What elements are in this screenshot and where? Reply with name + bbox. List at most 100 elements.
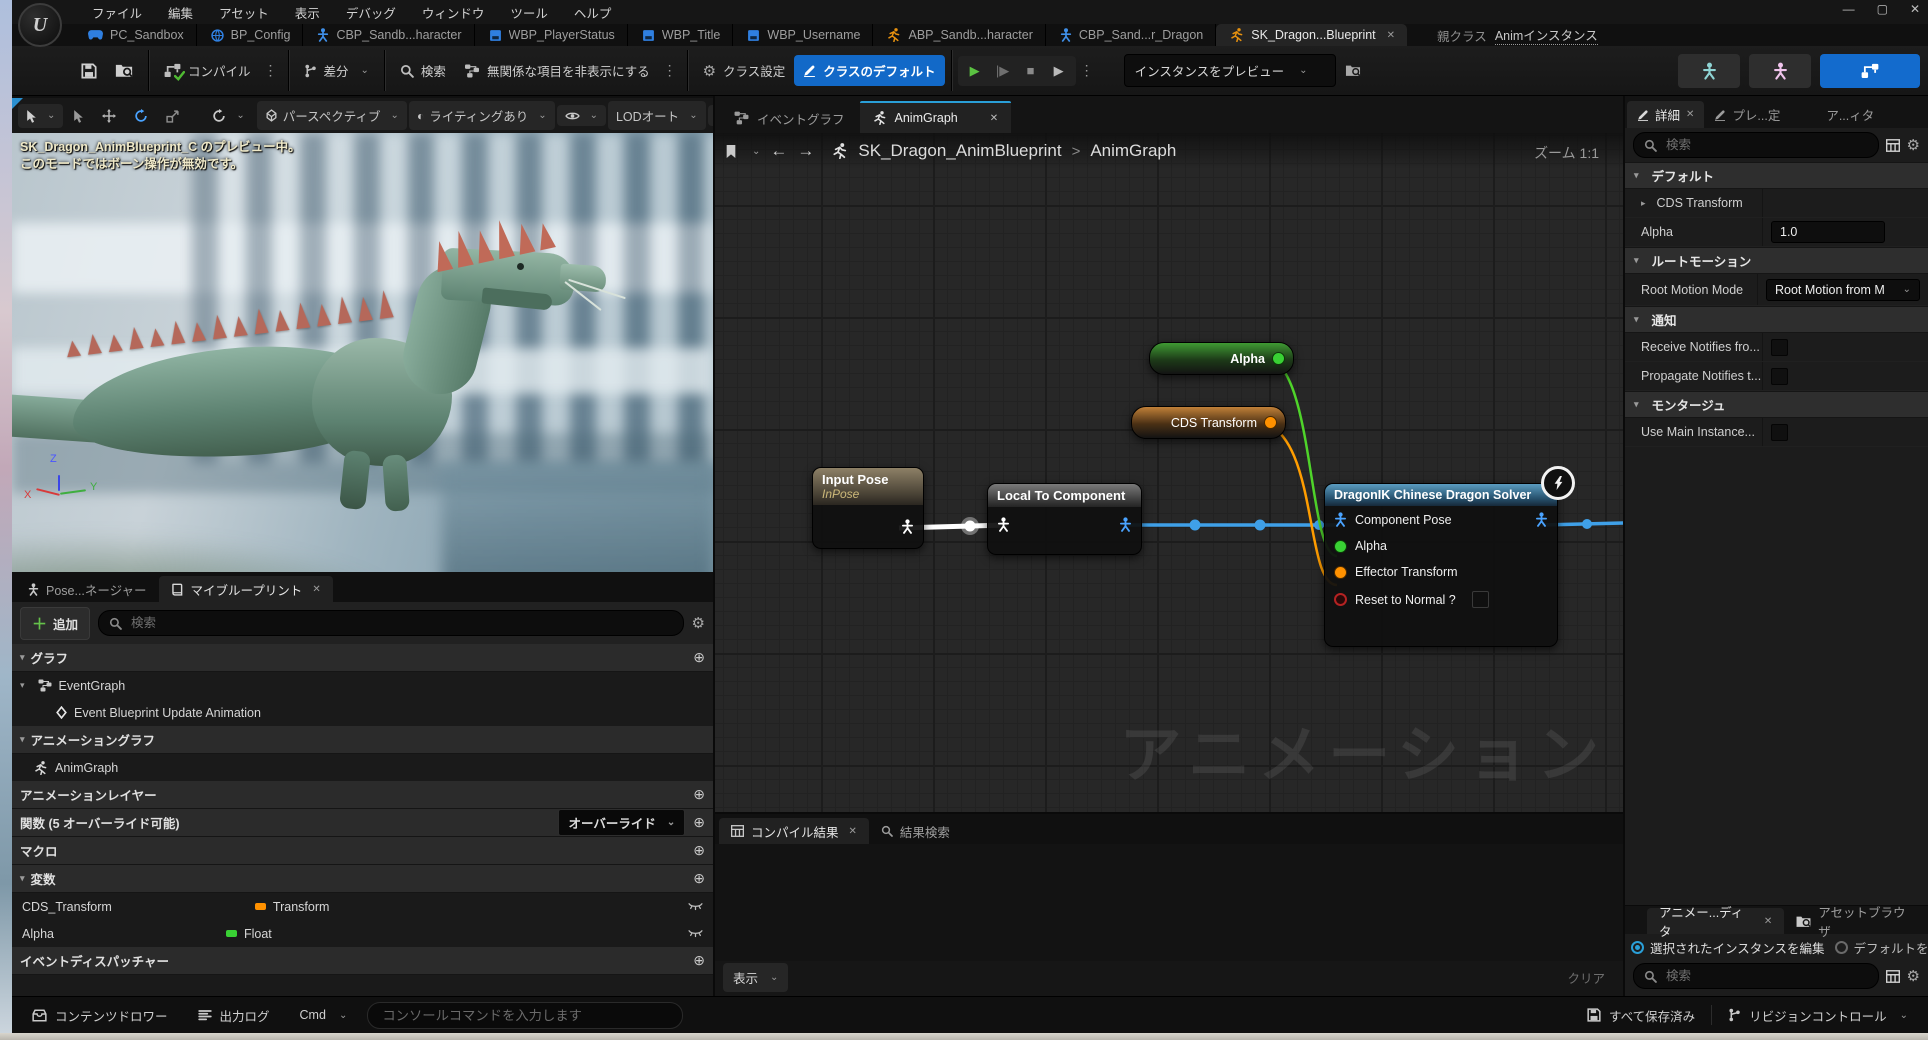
nav-back-icon[interactable]: ← (770, 141, 787, 161)
menu-debug[interactable]: デバッグ (346, 3, 396, 22)
section-root-motion[interactable]: ▾ルートモーション (1625, 247, 1928, 274)
preview-3d-view[interactable]: SK_Dragon_AnimBlueprint_C のプレビュー中。 このモード… (12, 133, 713, 604)
menu-file[interactable]: ファイル (92, 3, 142, 22)
class-settings-button[interactable]: ⚙クラス設定 (694, 55, 795, 86)
section-notifies[interactable]: ▾通知 (1625, 306, 1928, 333)
stop-button[interactable]: ■ (1018, 58, 1044, 84)
console-command-field[interactable] (367, 1002, 683, 1029)
play-button[interactable]: ▶ (962, 58, 988, 84)
float-pin-icon[interactable] (1334, 540, 1347, 553)
animation-data-search[interactable] (1633, 963, 1879, 989)
play-options-icon[interactable]: ⋮ (1076, 62, 1098, 79)
tab-my-blueprint[interactable]: マイブループリント✕ (159, 576, 333, 602)
frame-skip-button[interactable]: |▶ (990, 58, 1016, 84)
pose-pin-icon[interactable] (901, 519, 914, 534)
eye-closed-icon[interactable] (688, 902, 703, 912)
select-tool-icon[interactable] (65, 104, 92, 128)
my-blueprint-search-input[interactable] (129, 615, 673, 631)
receive-notifies-checkbox[interactable] (1771, 339, 1788, 356)
output-log-button[interactable]: 出力ログ (188, 1000, 280, 1031)
lighting-dropdown[interactable]: ◐ライティングあり⌄ (409, 101, 555, 130)
show-flags-dropdown[interactable]: ⌄ (557, 105, 606, 126)
asset-tab-pc-sandbox[interactable]: PC_Sandbox (74, 24, 197, 46)
window-minimize-button[interactable]: — (1843, 2, 1855, 16)
class-defaults-button[interactable]: クラスのデフォルト (794, 55, 944, 86)
add-function-icon[interactable]: ⊕ (693, 814, 705, 831)
tab-details[interactable]: 詳細✕ (1627, 101, 1704, 128)
add-graph-icon[interactable]: ⊕ (693, 649, 705, 666)
add-macro-icon[interactable]: ⊕ (693, 842, 705, 859)
skeleton-editor-button[interactable] (1678, 54, 1740, 88)
add-animation-layer-icon[interactable]: ⊕ (693, 786, 705, 803)
viewport-menu-button[interactable]: ⌄ (18, 104, 63, 128)
tab-asset-editor[interactable]: ア...ィタ (1816, 101, 1884, 128)
close-icon[interactable]: ✕ (1686, 109, 1694, 120)
asset-tab-abp-character[interactable]: ABP_Sandb...haracter (873, 24, 1045, 46)
node-alpha-variable[interactable]: Alpha (1149, 342, 1294, 375)
find-button[interactable]: 検索 (391, 55, 455, 86)
perspective-dropdown[interactable]: パースペクティブ⌄ (257, 101, 407, 130)
variable-row-alpha[interactable]: Alpha Float (12, 920, 713, 947)
asset-tab-sk-dragon-blueprint[interactable]: SK_Dragon...Blueprint✕ (1216, 24, 1407, 46)
menu-tools[interactable]: ツール (510, 3, 548, 22)
eye-closed-icon[interactable] (688, 929, 703, 939)
propagate-notifies-checkbox[interactable] (1771, 368, 1788, 385)
save-all-status-button[interactable]: すべて保存済み (1577, 1000, 1705, 1031)
use-main-instance-checkbox[interactable] (1771, 424, 1788, 441)
add-dispatcher-icon[interactable]: ⊕ (693, 952, 705, 969)
asset-tab-cbp-dragon[interactable]: CBP_Sand...r_Dragon (1046, 24, 1216, 46)
tab-anim-graph[interactable]: AnimGraph✕ (860, 101, 1012, 133)
section-animation-layers[interactable]: アニメーションレイヤー⊕ (12, 781, 713, 809)
tab-animation-data-editor[interactable]: アニメー...ディタ✕ (1647, 908, 1784, 934)
tab-compile-results[interactable]: コンパイル結果✕ (719, 818, 869, 844)
rotate-tool-icon[interactable] (126, 104, 156, 128)
rotation-snap-button[interactable]: ⌄ (204, 104, 252, 128)
variable-row-cds-transform[interactable]: CDS_Transform Transform (12, 893, 713, 920)
reset-to-normal-checkbox[interactable] (1472, 591, 1489, 608)
blueprint-editor-button[interactable] (1820, 54, 1920, 88)
window-maximize-button[interactable]: ▢ (1877, 2, 1888, 16)
asset-tab-cbp-character[interactable]: CBP_Sandb...haracter (303, 24, 474, 46)
property-matrix-icon[interactable] (1886, 970, 1900, 983)
browse-asset-button[interactable] (106, 57, 142, 84)
section-default[interactable]: ▾デフォルト (1625, 162, 1928, 189)
tab-pose-manager[interactable]: Pose...ネージャー (16, 576, 159, 602)
bool-pin-icon[interactable] (1334, 593, 1347, 606)
graph-canvas[interactable]: アニメーション ⌄ ← → SK_Dragon_AnimBlueprint > … (715, 133, 1623, 812)
transform-pin-icon[interactable] (1334, 566, 1347, 579)
tab-event-graph[interactable]: イベントグラフ (721, 103, 858, 133)
gear-icon[interactable]: ⚙ (1907, 967, 1920, 985)
section-functions[interactable]: 関数 (5 オーバーライド可能) オーバーライド⌄ ⊕ (12, 809, 713, 837)
section-graphs[interactable]: ▾グラフ⊕ (12, 644, 713, 672)
clear-button[interactable]: クリア (1557, 964, 1615, 991)
revision-control-button[interactable]: リビジョンコントロール⌄ (1718, 1000, 1918, 1031)
cmd-dropdown[interactable]: Cmd⌄ (290, 1002, 358, 1028)
radio-edit-selected-instance[interactable]: 選択されたインスタンスを編集 (1631, 938, 1825, 957)
radio-edit-defaults[interactable]: デフォルトを編 (1835, 938, 1928, 957)
property-matrix-icon[interactable] (1886, 139, 1900, 152)
tab-find-results[interactable]: 結果検索 (869, 818, 962, 844)
component-pose-pin-icon[interactable] (1334, 512, 1347, 527)
node-dragonik-solver[interactable]: DragonIK Chinese Dragon Solver Component… (1324, 483, 1558, 647)
property-cds-transform[interactable]: ▸CDS Transform (1625, 189, 1928, 218)
asset-tab-wbp-username[interactable]: WBP_Username (733, 24, 873, 46)
hide-unrelated-button[interactable]: 無関係な項目を非表示にする (455, 55, 659, 86)
mesh-editor-button[interactable] (1749, 54, 1811, 88)
bookmark-icon[interactable] (725, 145, 737, 158)
nav-forward-icon[interactable]: → (797, 141, 814, 161)
unreal-logo-icon[interactable]: U (18, 3, 62, 47)
node-input-pose[interactable]: Input Pose InPose (812, 467, 924, 549)
compile-button[interactable]: コンパイル (155, 55, 260, 86)
show-filter-dropdown[interactable]: 表示⌄ (723, 963, 788, 992)
menu-asset[interactable]: アセット (219, 3, 269, 22)
section-variables[interactable]: ▾変数⊕ (12, 865, 713, 893)
content-drawer-button[interactable]: コンテンツドロワー (22, 1000, 178, 1031)
float-pin-icon[interactable] (1272, 352, 1285, 365)
my-blueprint-search[interactable] (98, 610, 684, 636)
debug-filter-button[interactable] (1336, 58, 1370, 83)
menu-help[interactable]: ヘルプ (574, 3, 612, 22)
add-variable-icon[interactable]: ⊕ (693, 870, 705, 887)
alpha-value-field[interactable]: 1.0 (1771, 221, 1885, 243)
console-command-input[interactable] (380, 1007, 670, 1024)
gear-icon[interactable]: ⚙ (1907, 136, 1920, 154)
